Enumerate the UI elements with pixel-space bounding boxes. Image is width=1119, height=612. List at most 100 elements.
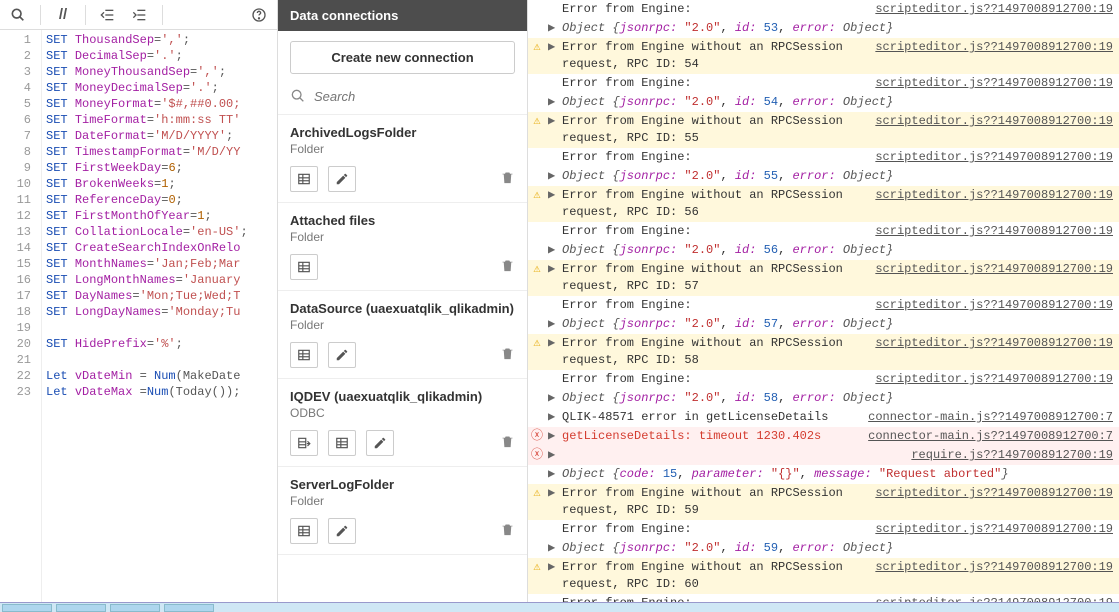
connection-title: DataSource (uaexuatqlik_qlikadmin) (290, 301, 515, 316)
log-source-link[interactable]: scripteditor.js??1497008912700:19 (875, 371, 1113, 388)
log-warning-line[interactable]: ▶Error from Engine without an RPCSession… (528, 334, 1119, 370)
log-source-link[interactable]: scripteditor.js??1497008912700:19 (875, 113, 1113, 130)
connection-subtype: ODBC (290, 406, 515, 420)
line-gutter: 1234567891011121314151617181920212223 (0, 30, 42, 602)
connection-subtype: Folder (290, 230, 515, 244)
delete-icon[interactable] (500, 346, 515, 365)
edit-icon[interactable] (366, 430, 394, 456)
log-source-link[interactable]: require.js??1497008912700:19 (911, 447, 1113, 464)
comment-icon[interactable]: // (49, 1, 77, 29)
connection-subtype: Folder (290, 142, 515, 156)
log-source-link[interactable]: scripteditor.js??1497008912700:19 (875, 485, 1113, 502)
delete-icon[interactable] (500, 522, 515, 541)
log-warning-line[interactable]: ▶Error from Engine without an RPCSession… (528, 484, 1119, 520)
log-line[interactable]: Error from Engine:scripteditor.js??14970… (528, 148, 1119, 167)
connection-title: IQDEV (uaexuatqlik_qlikadmin) (290, 389, 515, 404)
code-area[interactable]: SET ThousandSep=',';SET DecimalSep='.';S… (42, 30, 277, 602)
error-icon (530, 428, 544, 445)
connection-actions (278, 250, 527, 291)
log-object-line[interactable]: ▶Object {code: 15, parameter: "{}", mess… (528, 465, 1119, 484)
log-source-link[interactable]: scripteditor.js??1497008912700:19 (875, 223, 1113, 240)
log-source-link[interactable]: scripteditor.js??1497008912700:19 (875, 261, 1113, 278)
search-icon[interactable] (4, 1, 32, 29)
log-object-line[interactable]: ▶Object {jsonrpc: "2.0", id: 53, error: … (528, 19, 1119, 38)
log-source-link[interactable]: scripteditor.js??1497008912700:19 (875, 595, 1113, 602)
log-error-line[interactable]: ▶require.js??1497008912700:19 (528, 446, 1119, 465)
connections-search[interactable] (278, 84, 527, 115)
table-icon[interactable] (290, 166, 318, 192)
log-warning-line[interactable]: ▶Error from Engine without an RPCSession… (528, 558, 1119, 594)
log-object-line[interactable]: ▶Object {jsonrpc: "2.0", id: 59, error: … (528, 539, 1119, 558)
log-source-link[interactable]: scripteditor.js??1497008912700:19 (875, 1, 1113, 18)
log-source-link[interactable]: connector-main.js??1497008912700:7 (868, 428, 1113, 445)
log-warning-line[interactable]: ▶Error from Engine without an RPCSession… (528, 186, 1119, 222)
log-source-link[interactable]: scripteditor.js??1497008912700:19 (875, 75, 1113, 92)
log-line[interactable]: Error from Engine:scripteditor.js??14970… (528, 0, 1119, 19)
warning-icon (530, 39, 544, 56)
connection-item[interactable]: DataSource (uaexuatqlik_qlikadmin) Folde… (278, 291, 527, 338)
log-line[interactable]: Error from Engine:scripteditor.js??14970… (528, 74, 1119, 93)
warning-icon (530, 335, 544, 352)
log-error-line[interactable]: ▶getLicenseDetails: timeout 1230.402scon… (528, 427, 1119, 446)
delete-icon[interactable] (500, 170, 515, 189)
log-object-line[interactable]: ▶Object {jsonrpc: "2.0", id: 54, error: … (528, 93, 1119, 112)
warning-icon (530, 187, 544, 204)
log-source-link[interactable]: scripteditor.js??1497008912700:19 (875, 521, 1113, 538)
log-line[interactable]: Error from Engine:scripteditor.js??14970… (528, 296, 1119, 315)
table-icon[interactable] (290, 342, 318, 368)
log-source-link[interactable]: scripteditor.js??1497008912700:19 (875, 297, 1113, 314)
edit-icon[interactable] (328, 518, 356, 544)
connections-header: Data connections (278, 0, 527, 31)
script-editor[interactable]: 1234567891011121314151617181920212223 SE… (0, 30, 277, 602)
table-icon[interactable] (290, 254, 318, 280)
log-line[interactable]: Error from Engine:scripteditor.js??14970… (528, 370, 1119, 389)
connection-actions (278, 514, 527, 555)
table-icon[interactable] (328, 430, 356, 456)
indent-icon[interactable] (126, 1, 154, 29)
log-object-line[interactable]: ▶Object {jsonrpc: "2.0", id: 56, error: … (528, 241, 1119, 260)
connection-title: Attached files (290, 213, 515, 228)
log-source-link[interactable]: scripteditor.js??1497008912700:19 (875, 559, 1113, 576)
log-object-line[interactable]: ▶Object {jsonrpc: "2.0", id: 58, error: … (528, 389, 1119, 408)
help-icon[interactable] (245, 1, 273, 29)
console-panel[interactable]: Error from Engine:scripteditor.js??14970… (528, 0, 1119, 602)
delete-icon[interactable] (500, 258, 515, 277)
outdent-icon[interactable] (94, 1, 122, 29)
warning-icon (530, 559, 544, 576)
connection-actions (278, 338, 527, 379)
connection-item[interactable]: Attached files Folder (278, 203, 527, 250)
connection-item[interactable]: ServerLogFolder Folder (278, 467, 527, 514)
editor-toolbar: // (0, 0, 277, 30)
log-line[interactable]: Error from Engine:scripteditor.js??14970… (528, 594, 1119, 602)
log-line[interactable]: Error from Engine:scripteditor.js??14970… (528, 520, 1119, 539)
error-icon (530, 447, 544, 464)
import-icon[interactable] (290, 430, 318, 456)
log-warning-line[interactable]: ▶Error from Engine without an RPCSession… (528, 260, 1119, 296)
edit-icon[interactable] (328, 342, 356, 368)
log-line[interactable]: Error from Engine:scripteditor.js??14970… (528, 222, 1119, 241)
connection-item[interactable]: ArchivedLogsFolder Folder (278, 115, 527, 162)
log-source-link[interactable]: scripteditor.js??1497008912700:19 (875, 187, 1113, 204)
connection-subtype: Folder (290, 494, 515, 508)
log-warning-line[interactable]: ▶Error from Engine without an RPCSession… (528, 112, 1119, 148)
search-input[interactable] (314, 89, 515, 104)
connection-item[interactable]: IQDEV (uaexuatqlik_qlikadmin) ODBC (278, 379, 527, 426)
log-object-line[interactable]: ▶Object {jsonrpc: "2.0", id: 55, error: … (528, 167, 1119, 186)
log-source-link[interactable]: connector-main.js??1497008912700:7 (868, 409, 1113, 426)
create-connection-button[interactable]: Create new connection (290, 41, 515, 74)
log-object-line[interactable]: ▶Object {jsonrpc: "2.0", id: 57, error: … (528, 315, 1119, 334)
log-source-link[interactable]: scripteditor.js??1497008912700:19 (875, 39, 1113, 56)
log-source-link[interactable]: scripteditor.js??1497008912700:19 (875, 335, 1113, 352)
table-icon[interactable] (290, 518, 318, 544)
log-warning-line[interactable]: ▶Error from Engine without an RPCSession… (528, 38, 1119, 74)
log-line[interactable]: ▶QLIK-48571 error in getLicenseDetailsco… (528, 408, 1119, 427)
warning-icon (530, 261, 544, 278)
delete-icon[interactable] (500, 434, 515, 453)
connection-actions (278, 426, 527, 467)
log-source-link[interactable]: scripteditor.js??1497008912700:19 (875, 149, 1113, 166)
connection-actions (278, 162, 527, 203)
edit-icon[interactable] (328, 166, 356, 192)
connection-title: ServerLogFolder (290, 477, 515, 492)
warning-icon (530, 485, 544, 502)
taskbar-strip (0, 602, 1119, 612)
